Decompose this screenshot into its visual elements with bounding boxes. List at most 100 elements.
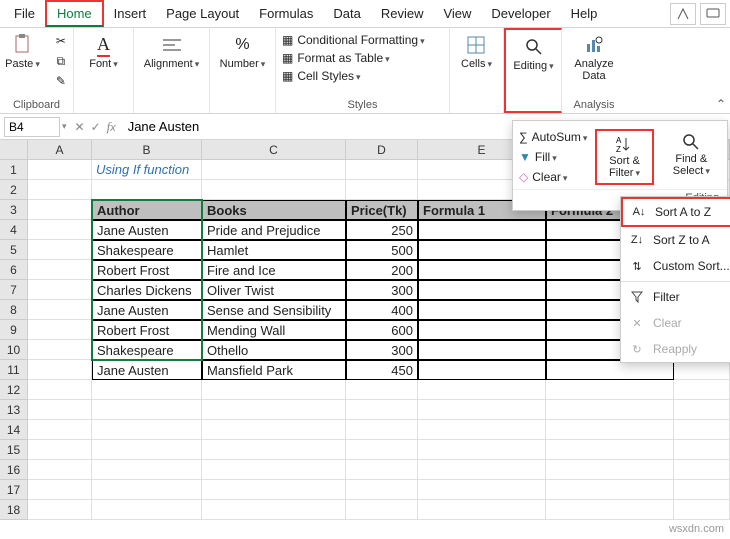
cell[interactable]: Hamlet: [202, 240, 346, 260]
cell[interactable]: Pride and Prejudice: [202, 220, 346, 240]
cell[interactable]: 450: [346, 360, 418, 380]
paste-button[interactable]: Paste: [1, 32, 44, 72]
cell[interactable]: Jane Austen: [92, 360, 202, 380]
cell[interactable]: Charles Dickens: [92, 280, 202, 300]
cell[interactable]: [346, 180, 418, 200]
cell[interactable]: Mansfield Park: [202, 360, 346, 380]
cell[interactable]: [346, 460, 418, 480]
cell[interactable]: [546, 460, 674, 480]
row-head[interactable]: 2: [0, 180, 28, 200]
row-head[interactable]: 7: [0, 280, 28, 300]
cell[interactable]: [346, 420, 418, 440]
cell[interactable]: [202, 160, 346, 180]
ribbon-collapse-icon[interactable]: ⌃: [716, 97, 726, 111]
name-box[interactable]: [4, 117, 60, 137]
cut-icon[interactable]: ✂: [50, 32, 72, 50]
row-head[interactable]: 1: [0, 160, 28, 180]
find-select-button[interactable]: Find & Select: [662, 129, 721, 185]
tab-review[interactable]: Review: [371, 2, 434, 25]
cell[interactable]: [418, 300, 546, 320]
row-head[interactable]: 10: [0, 340, 28, 360]
cell[interactable]: [28, 340, 92, 360]
cell[interactable]: [546, 360, 674, 380]
cell[interactable]: [28, 180, 92, 200]
cell[interactable]: [418, 220, 546, 240]
cell[interactable]: Price(Tk): [346, 200, 418, 220]
filter-item[interactable]: Filter: [621, 284, 730, 310]
cell[interactable]: [28, 360, 92, 380]
tab-help[interactable]: Help: [561, 2, 608, 25]
cell[interactable]: Shakespeare: [92, 240, 202, 260]
cell[interactable]: [346, 480, 418, 500]
cell[interactable]: Mending Wall: [202, 320, 346, 340]
cell[interactable]: Sense and Sensibility: [202, 300, 346, 320]
cell[interactable]: [92, 180, 202, 200]
format-table-button[interactable]: ▦Format as Table: [282, 50, 390, 66]
cell[interactable]: [28, 220, 92, 240]
cell[interactable]: [418, 280, 546, 300]
cell[interactable]: [418, 260, 546, 280]
cell[interactable]: [418, 380, 546, 400]
row-head[interactable]: 6: [0, 260, 28, 280]
cell[interactable]: [92, 440, 202, 460]
row-head[interactable]: 9: [0, 320, 28, 340]
cell[interactable]: [28, 300, 92, 320]
cell[interactable]: [92, 420, 202, 440]
cell[interactable]: [346, 440, 418, 460]
cell[interactable]: [28, 320, 92, 340]
cell[interactable]: [202, 400, 346, 420]
cell[interactable]: [92, 460, 202, 480]
cell[interactable]: [674, 480, 730, 500]
cell[interactable]: [674, 460, 730, 480]
cell-styles-button[interactable]: ▦Cell Styles: [282, 68, 361, 84]
cell[interactable]: 250: [346, 220, 418, 240]
cell[interactable]: [418, 440, 546, 460]
row-head[interactable]: 15: [0, 440, 28, 460]
row-head[interactable]: 13: [0, 400, 28, 420]
cell[interactable]: [674, 380, 730, 400]
autosum-button[interactable]: ∑AutoSum: [519, 129, 587, 145]
row-head[interactable]: 18: [0, 500, 28, 520]
cell[interactable]: [418, 500, 546, 520]
col-A[interactable]: A: [28, 140, 92, 159]
cell[interactable]: 500: [346, 240, 418, 260]
tab-file[interactable]: File: [4, 2, 45, 25]
cell[interactable]: [418, 480, 546, 500]
cell[interactable]: [546, 480, 674, 500]
cells-button[interactable]: Cells: [457, 32, 496, 72]
cell[interactable]: 400: [346, 300, 418, 320]
cell[interactable]: 300: [346, 340, 418, 360]
tab-data[interactable]: Data: [323, 2, 370, 25]
row-head[interactable]: 14: [0, 420, 28, 440]
cell[interactable]: [674, 500, 730, 520]
cell[interactable]: [418, 400, 546, 420]
tab-pagelayout[interactable]: Page Layout: [156, 2, 249, 25]
cell[interactable]: 300: [346, 280, 418, 300]
fill-button[interactable]: ▼Fill: [519, 149, 587, 165]
comments-icon[interactable]: [700, 3, 726, 25]
col-C[interactable]: C: [202, 140, 346, 159]
row-head[interactable]: 12: [0, 380, 28, 400]
cell[interactable]: [674, 420, 730, 440]
cell[interactable]: [674, 440, 730, 460]
number-button[interactable]: % Number: [216, 32, 270, 72]
cell[interactable]: [92, 480, 202, 500]
analyze-button[interactable]: Analyze Data: [568, 32, 620, 84]
cell[interactable]: [92, 400, 202, 420]
col-B[interactable]: B: [92, 140, 202, 159]
cell[interactable]: [28, 420, 92, 440]
select-all-corner[interactable]: [0, 140, 28, 159]
row-head[interactable]: 17: [0, 480, 28, 500]
cell[interactable]: [202, 460, 346, 480]
cell[interactable]: Shakespeare: [92, 340, 202, 360]
cell[interactable]: [28, 380, 92, 400]
row-head[interactable]: 11: [0, 360, 28, 380]
cell[interactable]: [346, 160, 418, 180]
cell[interactable]: [546, 440, 674, 460]
share-icon[interactable]: [670, 3, 696, 25]
cell[interactable]: [674, 360, 730, 380]
custom-sort-item[interactable]: ⇅Custom Sort...: [621, 253, 730, 279]
cell[interactable]: [28, 480, 92, 500]
cell[interactable]: Author: [92, 200, 202, 220]
cell[interactable]: 600: [346, 320, 418, 340]
